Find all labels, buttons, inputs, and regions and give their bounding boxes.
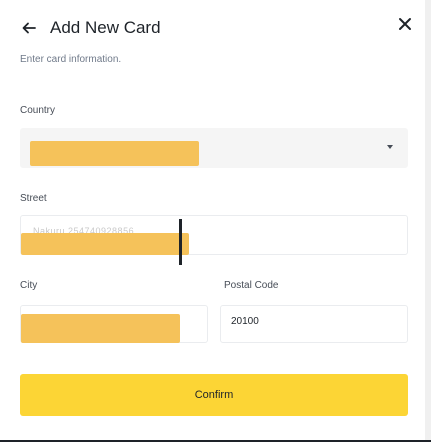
country-select[interactable] [20,128,408,168]
postal-code-field[interactable]: 20100 [220,305,408,343]
add-card-dialog: Add New Card Enter card information. Cou… [0,0,431,442]
confirm-button[interactable]: Confirm [20,374,408,416]
postal-code-value: 20100 [231,316,259,327]
scrollbar-track[interactable] [425,0,431,440]
dialog-header: Add New Card [20,18,161,38]
country-label: Country [20,105,56,116]
postal-code-label: Postal Code [224,280,279,291]
city-label: City [20,280,38,291]
redacted-street-value [21,233,189,255]
street-field[interactable]: Nakuru 254740928856 [20,215,408,255]
text-cursor [179,219,182,265]
page-title: Add New Card [50,18,161,37]
redacted-city-value [21,314,180,343]
street-label: Street [20,193,47,204]
redacted-country-value [30,141,199,166]
dialog-subtitle: Enter card information. [20,54,122,65]
city-field[interactable] [20,305,208,343]
arrow-left-icon[interactable] [20,19,38,37]
chevron-down-icon [387,145,393,149]
close-icon[interactable] [395,14,415,34]
